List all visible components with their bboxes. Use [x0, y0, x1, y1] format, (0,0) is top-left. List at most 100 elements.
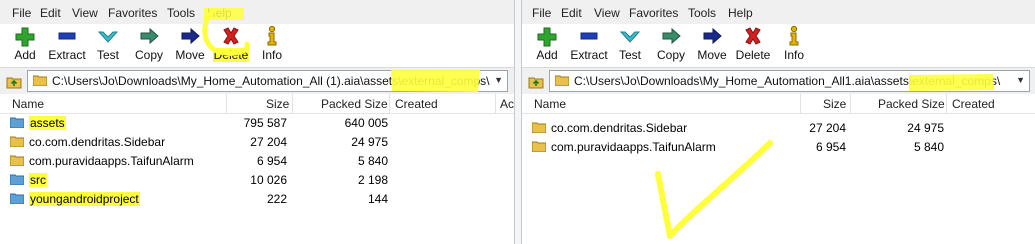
item-name: co.com.dendritas.Sidebar — [551, 121, 688, 135]
folder-icon — [10, 174, 24, 185]
column-created[interactable]: Created — [395, 97, 438, 111]
column-packed-size[interactable]: Packed Size — [321, 97, 388, 111]
info-button[interactable]: Info — [248, 25, 296, 62]
item-name: assets — [29, 116, 66, 130]
folder-icon — [532, 122, 546, 133]
move-arrow-icon — [703, 27, 722, 45]
info-icon — [789, 25, 799, 46]
item-name: com.puravidaapps.TaifunAlarm — [551, 140, 716, 154]
add-button[interactable]: Add — [1, 25, 49, 62]
item-packed-size: 5 840 — [913, 140, 944, 154]
list-item[interactable]: youngandroidproject 222 144 — [0, 190, 514, 209]
column-divider[interactable] — [226, 94, 227, 113]
path-text: C:\Users\Jo\Downloads\My_Home_Automation… — [574, 74, 1001, 88]
item-packed-size: 640 005 — [344, 116, 388, 130]
add-button[interactable]: Add — [523, 25, 571, 62]
folder-up-icon[interactable] — [6, 73, 22, 89]
folder-icon — [10, 117, 24, 128]
column-created[interactable]: Created — [952, 97, 995, 111]
item-packed-size: 144 — [367, 192, 388, 206]
path-combobox[interactable]: C:\Users\Jo\Downloads\My_Home_Automation… — [27, 70, 508, 92]
minus-icon — [580, 32, 598, 40]
dropdown-arrow-icon[interactable]: ▼ — [494, 75, 503, 85]
list-header: Name Size Packed Size Created Ac — [0, 94, 514, 114]
column-divider[interactable] — [946, 94, 947, 113]
list-item[interactable]: assets 795 587 640 005 — [0, 114, 514, 133]
item-size: 222 — [266, 192, 287, 206]
toolbar: Add Extract Test Copy Move Delete Info — [0, 24, 514, 67]
column-size[interactable]: Size — [823, 97, 846, 111]
item-name: co.com.dendritas.Sidebar — [29, 135, 166, 149]
menu-file[interactable]: File — [12, 6, 31, 20]
folder-icon — [10, 193, 24, 204]
menu-file[interactable]: File — [532, 6, 551, 20]
path-combobox[interactable]: C:\Users\Jo\Downloads\My_Home_Automation… — [549, 70, 1030, 92]
plus-icon — [537, 27, 557, 47]
item-size: 795 587 — [243, 116, 287, 130]
copy-arrow-icon — [140, 27, 159, 45]
plus-icon — [15, 27, 35, 47]
column-divider[interactable] — [389, 94, 390, 113]
menu-help[interactable]: Help — [728, 6, 753, 20]
delete-x-icon — [223, 27, 239, 45]
menu-bar: File Edit View Favorites Tools Help — [0, 0, 514, 25]
menu-view[interactable]: View — [594, 6, 620, 20]
folder-up-icon[interactable] — [528, 73, 544, 89]
info-button[interactable]: Info — [770, 25, 818, 62]
archive-window-right: File Edit View Favorites Tools Help Add … — [521, 0, 1035, 244]
item-name-text: youngandroidproject — [29, 192, 140, 206]
folder-icon — [10, 136, 24, 147]
info-label: Info — [783, 48, 804, 62]
dropdown-arrow-icon[interactable]: ▼ — [1016, 75, 1025, 85]
info-icon — [267, 25, 277, 46]
item-size: 10 026 — [250, 173, 287, 187]
item-size: 27 204 — [809, 121, 846, 135]
menu-edit[interactable]: Edit — [561, 6, 582, 20]
menu-tools[interactable]: Tools — [688, 6, 716, 20]
item-name: youngandroidproject — [29, 192, 140, 206]
column-divider[interactable] — [850, 94, 851, 113]
list-item[interactable]: src 10 026 2 198 — [0, 171, 514, 190]
minus-icon — [58, 32, 76, 40]
menu-favorites[interactable]: Favorites — [108, 6, 157, 20]
folder-icon — [532, 141, 546, 152]
copy-arrow-icon — [662, 27, 681, 45]
item-packed-size: 24 975 — [907, 121, 944, 135]
item-size: 27 204 — [250, 135, 287, 149]
column-divider[interactable] — [292, 94, 293, 113]
column-accessed[interactable]: Ac — [500, 97, 514, 111]
menu-help[interactable]: Help — [207, 6, 232, 20]
column-divider[interactable] — [495, 94, 496, 113]
add-label: Add — [14, 48, 36, 62]
column-divider[interactable] — [800, 94, 801, 113]
folder-icon — [33, 75, 47, 86]
menu-favorites[interactable]: Favorites — [629, 6, 678, 20]
menu-view[interactable]: View — [72, 6, 98, 20]
menu-tools[interactable]: Tools — [167, 6, 195, 20]
item-size: 6 954 — [815, 140, 846, 154]
item-packed-size: 5 840 — [357, 154, 388, 168]
archive-window-left: File Edit View Favorites Tools Help Add … — [0, 0, 515, 244]
column-size[interactable]: Size — [266, 97, 289, 111]
check-chevron-icon — [97, 31, 119, 43]
column-name[interactable]: Name — [534, 97, 566, 111]
list-item[interactable]: com.puravidaapps.TaifunAlarm 6 954 5 840 — [522, 138, 1035, 157]
item-packed-size: 24 975 — [351, 135, 388, 149]
info-label: Info — [261, 48, 282, 62]
folder-icon — [10, 155, 24, 166]
menu-bar: File Edit View Favorites Tools Help — [522, 0, 1035, 25]
column-packed-size[interactable]: Packed Size — [878, 97, 945, 111]
item-name-text: src — [29, 173, 47, 187]
folder-icon — [555, 75, 569, 86]
list-item[interactable]: com.puravidaapps.TaifunAlarm 6 954 5 840 — [0, 152, 514, 171]
check-chevron-icon — [619, 31, 641, 43]
list-item[interactable]: co.com.dendritas.Sidebar 27 204 24 975 — [522, 119, 1035, 138]
path-text: C:\Users\Jo\Downloads\My_Home_Automation… — [52, 74, 490, 88]
list-item[interactable]: co.com.dendritas.Sidebar 27 204 24 975 — [0, 133, 514, 152]
menu-edit[interactable]: Edit — [40, 6, 61, 20]
column-name[interactable]: Name — [12, 97, 44, 111]
move-arrow-icon — [181, 27, 200, 45]
item-size: 6 954 — [256, 154, 287, 168]
address-bar: C:\Users\Jo\Downloads\My_Home_Automation… — [522, 67, 1035, 95]
delete-label-text: Delete — [212, 48, 250, 62]
